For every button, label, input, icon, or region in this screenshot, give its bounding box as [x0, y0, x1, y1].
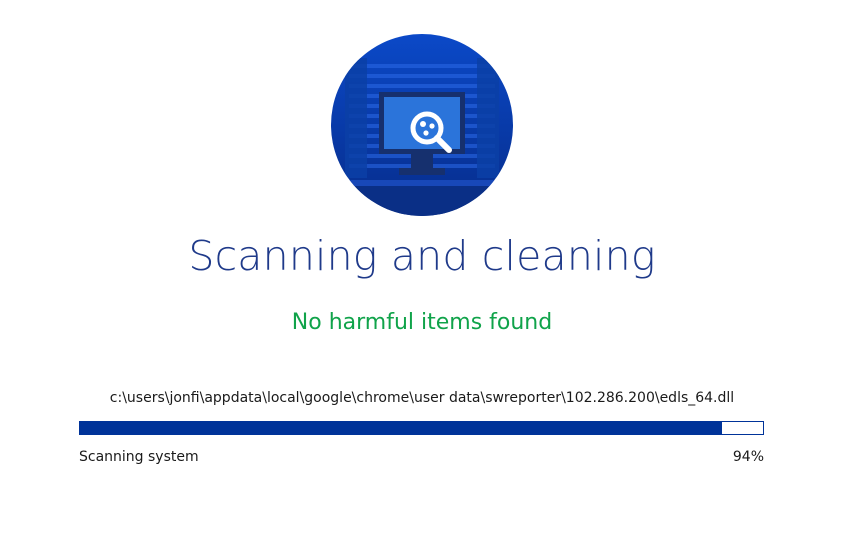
progress-label: Scanning system — [79, 449, 199, 465]
progress-percent: 94% — [732, 449, 764, 465]
scan-window: Scanning and cleaning No harmful items f… — [0, 0, 844, 550]
scan-progress-fill — [80, 422, 723, 434]
scan-result-status: No harmful items found — [291, 310, 553, 335]
scan-progress-bar — [79, 421, 764, 435]
current-file-path: c:\users\jonfi\appdata\local\google\chro… — [109, 390, 735, 406]
monitor-magnifier-scan-icon — [331, 34, 513, 216]
page-title: Scanning and cleaning — [188, 232, 656, 280]
